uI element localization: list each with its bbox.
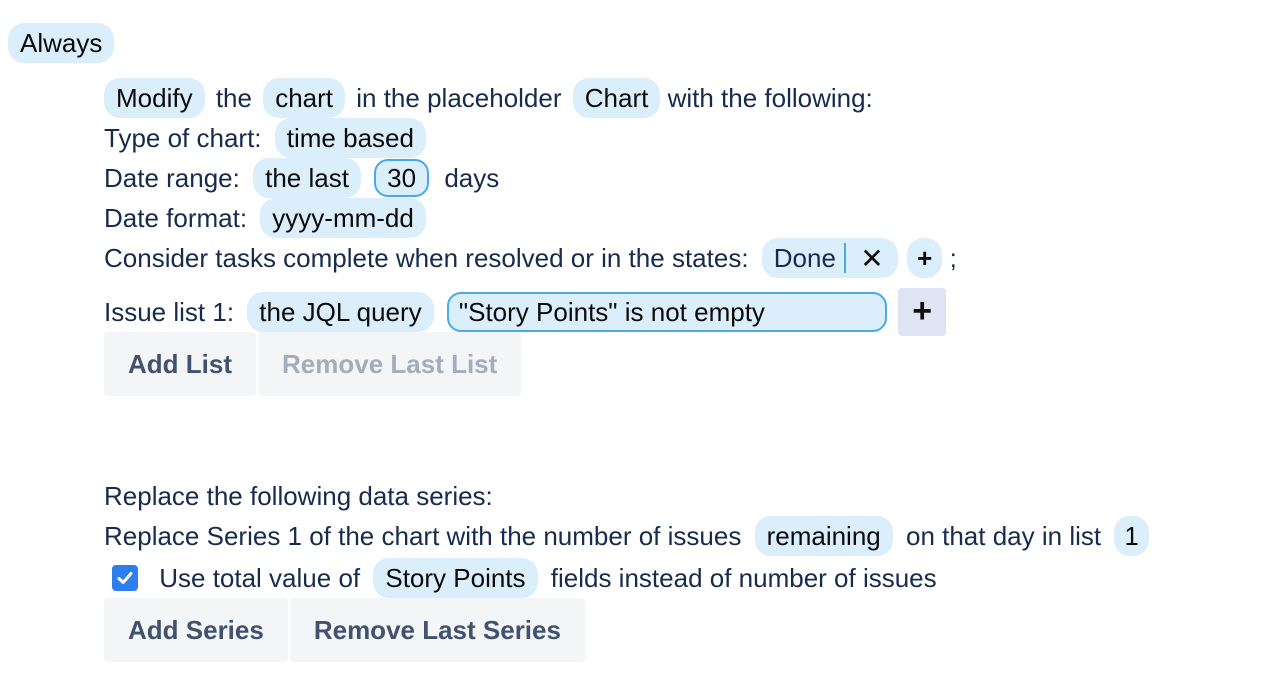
series-heading: Replace the following data series: [104, 481, 493, 511]
remove-last-series-button[interactable]: Remove Last Series [289, 598, 585, 662]
add-state-button[interactable]: + [907, 238, 943, 278]
use-field-checkbox[interactable] [112, 565, 138, 591]
use-field-prefix: Use total value of [159, 563, 361, 593]
field-pill[interactable]: Story Points [373, 558, 538, 598]
list-buttons: Add List Remove Last List [104, 332, 522, 396]
add-list-button[interactable]: Add List [104, 332, 256, 396]
date-range-label: Date range: [104, 163, 240, 193]
trigger-always-pill[interactable]: Always [8, 23, 115, 63]
issue-list-row: Issue list 1: the JQL query "Story Point… [104, 288, 947, 336]
action-text-the: the [215, 83, 252, 113]
series-buttons: Add Series Remove Last Series [104, 598, 585, 662]
automation-rule-editor: Always Modify the chart in the placehold… [0, 0, 1286, 696]
series-list-number-pill[interactable]: 1 [1114, 516, 1149, 556]
use-field-suffix: fields instead of number of issues [550, 563, 937, 593]
complete-states-label: Consider tasks complete when resolved or… [104, 243, 749, 273]
complete-states-terminator: ; [949, 243, 957, 273]
action-text-placeholder: in the placeholder [356, 83, 562, 113]
state-tag-label: Done [773, 242, 836, 273]
action-text-following: with the following: [667, 83, 873, 113]
date-range-row: Date range: the last 30 days [104, 158, 499, 198]
series-row: Replace Series 1 of the chart with the n… [104, 516, 1149, 556]
date-range-mode-pill[interactable]: the last [253, 158, 361, 198]
date-range-count-input[interactable]: 30 [374, 159, 430, 197]
series-state-pill[interactable]: remaining [754, 516, 893, 556]
state-tag-divider [843, 243, 846, 273]
date-range-unit: days [444, 163, 500, 193]
chart-type-label: Type of chart: [104, 123, 262, 153]
action-object-pill[interactable]: chart [263, 78, 346, 118]
series-text-prefix: Replace Series 1 of the chart with the n… [104, 521, 742, 551]
use-field-row: Use total value of Story Points fields i… [104, 558, 937, 598]
close-icon[interactable]: ✕ [856, 242, 898, 275]
plus-icon[interactable]: + [898, 288, 947, 336]
date-format-row: Date format: yyyy-mm-dd [104, 198, 426, 238]
chart-type-pill[interactable]: time based [274, 118, 426, 158]
placeholder-pill[interactable]: Chart [572, 78, 661, 118]
remove-last-list-button[interactable]: Remove Last List [258, 332, 522, 396]
add-series-button[interactable]: Add Series [104, 598, 288, 662]
action-row: Modify the chart in the placeholder Char… [104, 78, 873, 118]
jql-query-input[interactable]: "Story Points" is not empty [446, 292, 887, 332]
series-text-mid: on that day in list [905, 521, 1102, 551]
issue-list-label: Issue list 1: [104, 297, 235, 327]
series-heading-row: Replace the following data series: [104, 476, 493, 516]
issue-list-source-pill[interactable]: the JQL query [247, 292, 434, 332]
check-icon [117, 572, 133, 584]
complete-states-row: Consider tasks complete when resolved or… [104, 238, 957, 278]
date-format-label: Date format: [104, 203, 248, 233]
action-verb-pill[interactable]: Modify [104, 78, 205, 118]
state-tag-done[interactable]: Done ✕ [761, 238, 898, 278]
date-format-pill[interactable]: yyyy-mm-dd [260, 198, 426, 238]
chart-type-row: Type of chart: time based [104, 118, 426, 158]
